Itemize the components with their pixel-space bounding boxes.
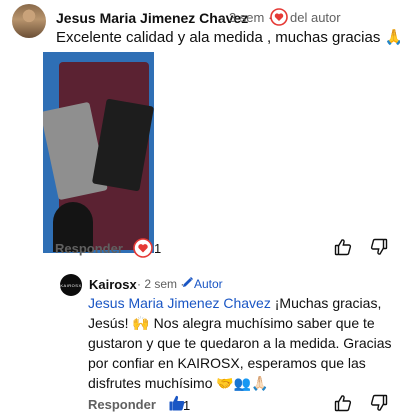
comment-text: Excelente calidad y ala medida , muchas … — [56, 29, 400, 46]
thumb-up-icon[interactable] — [333, 237, 353, 257]
like-count: 1 — [154, 241, 162, 256]
reply-avatar[interactable]: KAIROSX — [60, 274, 82, 296]
reply-button-2[interactable]: Responder — [88, 397, 156, 412]
thumb-up-icon-2[interactable] — [333, 393, 353, 413]
reply-author[interactable]: Kairosx — [89, 277, 137, 292]
reply-text-block: Jesus Maria Jimenez Chavez ¡Muchas graci… — [88, 293, 393, 393]
commenter-avatar[interactable] — [12, 4, 46, 38]
creator-heart-label: del autor — [290, 10, 341, 25]
like-count-2: 1 — [183, 398, 191, 413]
comment-time: · 3 sem · — [221, 10, 273, 25]
heart-icon[interactable] — [133, 238, 153, 258]
reply-button[interactable]: Responder — [55, 241, 123, 256]
thumb-down-icon[interactable] — [369, 237, 389, 257]
thumb-down-icon-2[interactable] — [369, 393, 389, 413]
author-badge: Autor — [194, 277, 223, 291]
comment-photo[interactable] — [43, 52, 154, 253]
mention-link[interactable]: Jesus Maria Jimenez Chavez — [88, 295, 271, 311]
pencil-icon — [181, 276, 194, 289]
comment-author[interactable]: Jesus Maria Jimenez Chavez — [56, 10, 248, 26]
reply-time: · 2 sem · — [137, 277, 185, 291]
creator-heart-icon — [270, 8, 288, 26]
